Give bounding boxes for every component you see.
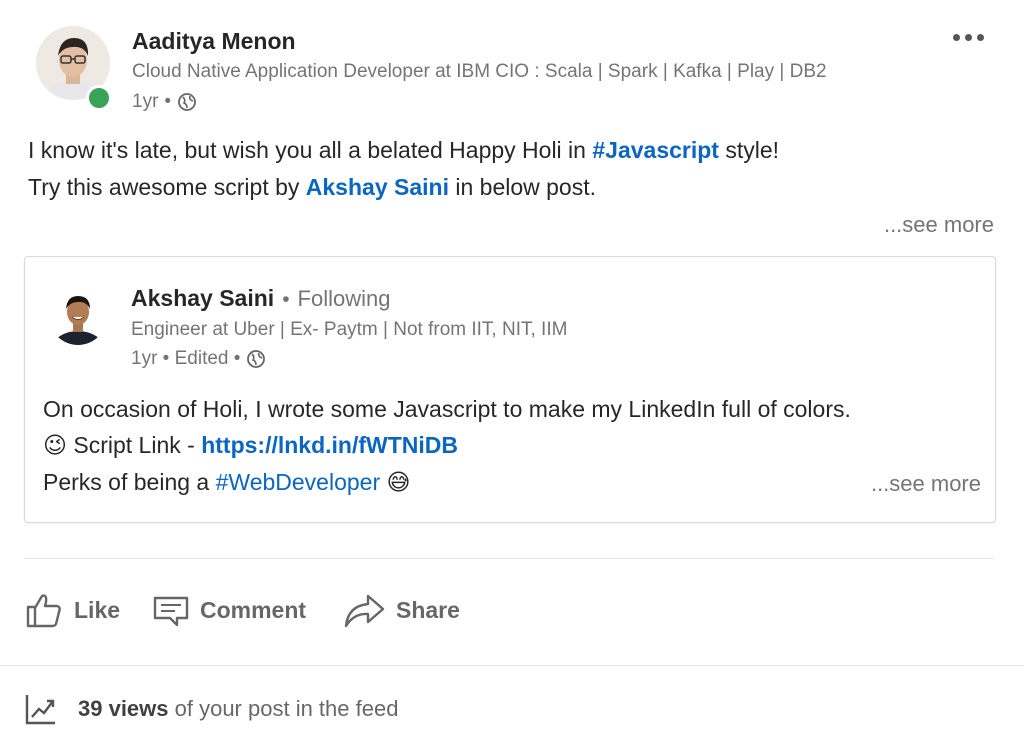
- thumbs-up-icon: [24, 590, 64, 630]
- post-time: 1yr: [132, 91, 159, 112]
- shared-post-time: 1yr • Edited •: [131, 348, 241, 369]
- like-button[interactable]: Like: [24, 590, 120, 630]
- author-name[interactable]: Aaditya Menon: [132, 28, 296, 55]
- like-label: Like: [74, 596, 121, 623]
- share-arrow-icon: [342, 590, 386, 630]
- views-count: 39 views: [78, 696, 169, 721]
- hashtag-webdeveloper[interactable]: #WebDeveloper: [216, 469, 381, 495]
- shared-author-line: Akshay Saini • Following: [131, 285, 390, 312]
- shared-see-more-button[interactable]: ...see more: [871, 471, 981, 497]
- script-link[interactable]: https://lnkd.in/fWTNiDB: [201, 432, 458, 458]
- shared-author-avatar[interactable]: [49, 287, 107, 345]
- comment-button[interactable]: Comment: [152, 590, 306, 630]
- post-see-more-button[interactable]: ...see more: [884, 212, 994, 238]
- share-label: Share: [396, 596, 460, 623]
- post-timestamp: 1yr •: [132, 91, 197, 113]
- actions-divider-top: [24, 558, 994, 559]
- sweat-smile-emoji-icon: 😅: [386, 469, 411, 495]
- shared-text-line-2: 😉 Script Link - https://lnkd.in/fWTNiDB: [43, 432, 458, 458]
- comment-label: Comment: [200, 596, 307, 623]
- comment-icon: [152, 590, 190, 630]
- actions-divider-bottom: [0, 665, 1024, 666]
- more-options-button[interactable]: [953, 34, 984, 41]
- mention-akshay-saini[interactable]: Akshay Saini: [306, 174, 449, 200]
- globe-icon: [177, 92, 197, 112]
- shared-text-line-1: On occasion of Holi, I wrote some Javasc…: [43, 396, 851, 422]
- shared-author-name[interactable]: Akshay Saini: [131, 285, 274, 312]
- post-text-line-1: I know it's late, but wish you all a bel…: [28, 137, 780, 163]
- author-headline: Cloud Native Application Developer at IB…: [132, 61, 827, 82]
- post-meta-separator: •: [164, 91, 172, 112]
- views-text: 39 views of your post in the feed: [78, 696, 399, 721]
- hashtag-javascript[interactable]: #Javascript: [592, 137, 719, 163]
- shared-author-headline: Engineer at Uber | Ex- Paytm | Not from …: [131, 319, 568, 340]
- presence-indicator: [86, 85, 112, 111]
- shared-author-separator: •: [282, 288, 290, 311]
- shared-post-card[interactable]: Akshay Saini • Following Engineer at Ube…: [24, 256, 996, 523]
- analytics-chart-icon: [24, 692, 58, 726]
- shared-post-timestamp: 1yr • Edited •: [131, 348, 266, 370]
- wink-emoji-icon: 😉: [43, 432, 67, 458]
- post-analytics[interactable]: 39 views of your post in the feed: [24, 692, 398, 726]
- share-button[interactable]: Share: [342, 590, 460, 630]
- shared-text-line-3: Perks of being a #WebDeveloper 😅: [43, 469, 411, 495]
- globe-icon: [246, 349, 266, 369]
- follow-status: Following: [297, 286, 391, 311]
- post-text-line-2: Try this awesome script by Akshay Saini …: [28, 174, 596, 200]
